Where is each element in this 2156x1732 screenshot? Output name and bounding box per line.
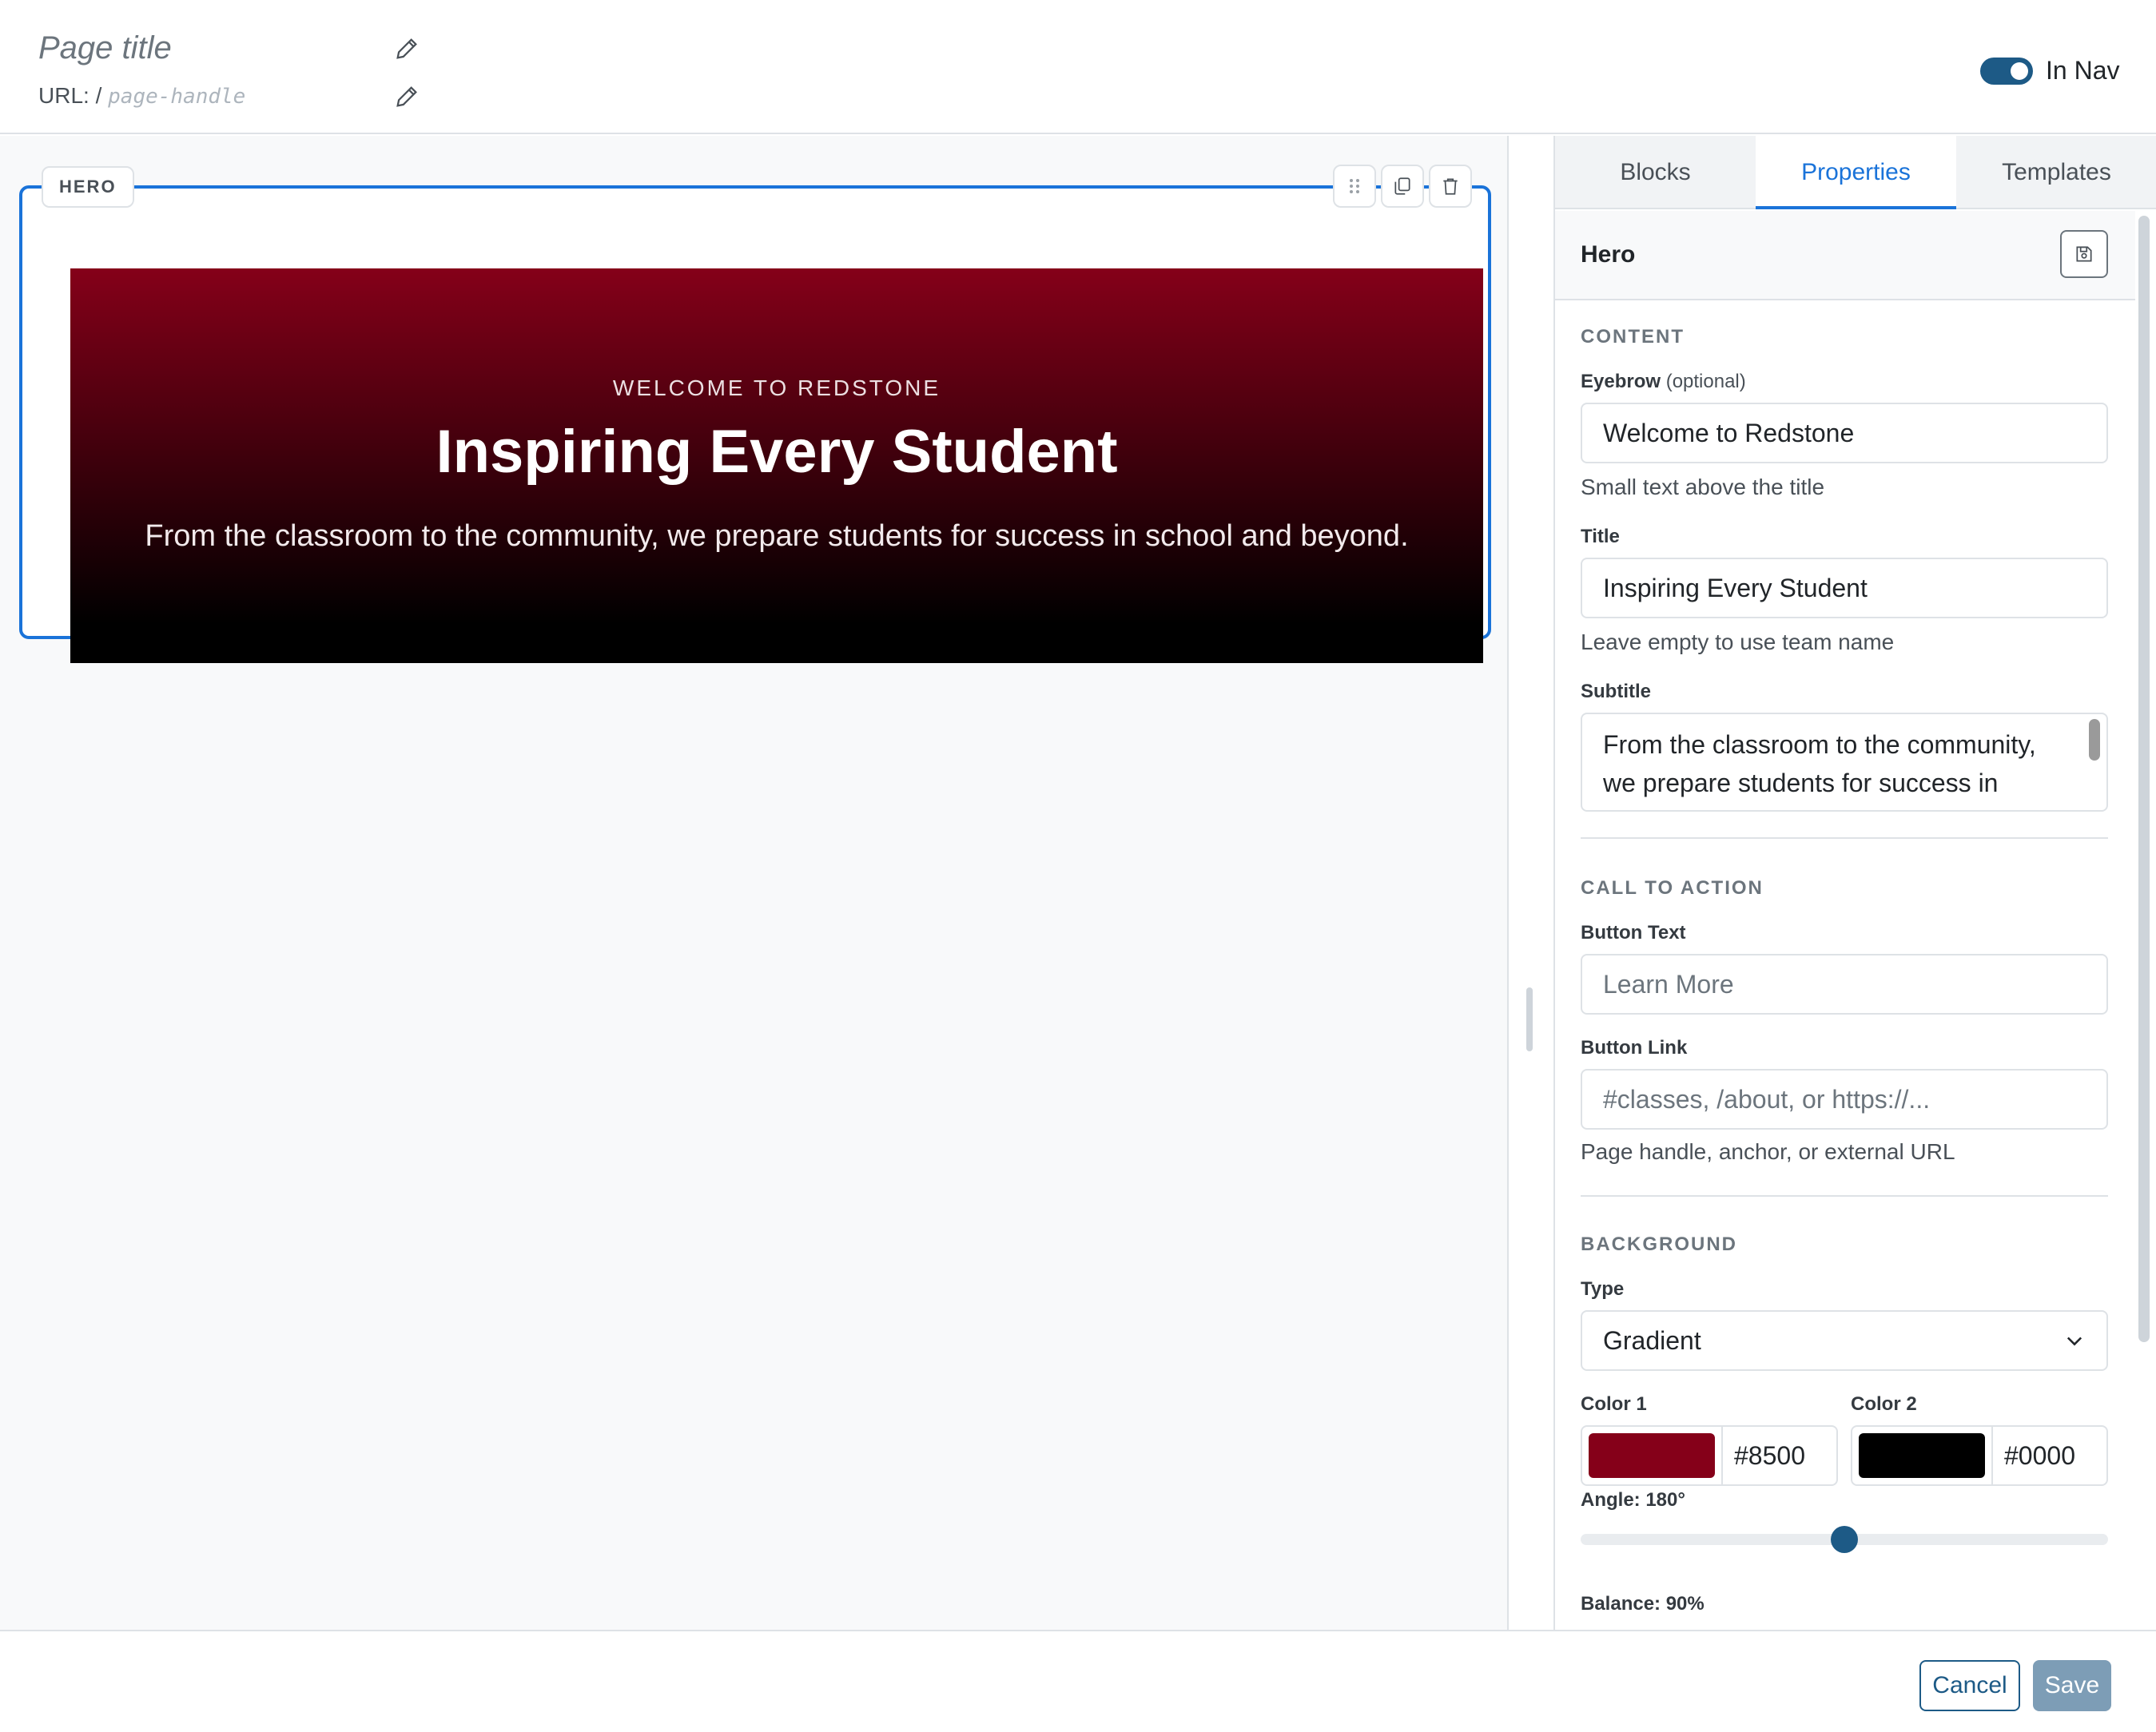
toggle-knob [2011, 62, 2028, 80]
textarea-scrollbar[interactable] [2089, 719, 2100, 761]
eyebrow-label-text: Eyebrow [1581, 371, 1661, 392]
save-button[interactable]: Save [2033, 1660, 2111, 1711]
selected-block-name: Hero [1581, 241, 1636, 268]
angle-slider-thumb[interactable] [1831, 1526, 1858, 1553]
in-nav-label: In Nav [2046, 56, 2120, 85]
edit-title-pencil-icon[interactable] [393, 35, 420, 62]
panel-block-header: Hero [1555, 211, 2135, 300]
subtitle-label: Subtitle [1581, 681, 1651, 702]
url-row: URL: / page-handle [38, 83, 245, 109]
drag-handle-icon[interactable] [1333, 165, 1376, 208]
hero-title: Inspiring Every Student [436, 418, 1118, 486]
trash-icon[interactable] [1429, 165, 1472, 208]
tab-blocks[interactable]: Blocks [1555, 136, 1756, 209]
editor-canvas: WELCOME TO REDSTONE Inspiring Every Stud… [0, 136, 1533, 1630]
duplicate-icon[interactable] [1381, 165, 1424, 208]
button-text-label: Button Text [1581, 922, 1686, 943]
cta-section-label: CALL TO ACTION [1581, 877, 1764, 899]
color1-label: Color 1 [1581, 1393, 1647, 1415]
block-type-tag: HERO [42, 166, 134, 208]
page-title-input[interactable]: Page title [38, 30, 172, 66]
title-help: Leave empty to use team name [1581, 630, 1895, 654]
url-handle-input[interactable]: page-handle [108, 85, 245, 109]
color1-hex[interactable]: #8500 [1734, 1427, 1805, 1484]
panel-resize-handle[interactable] [1526, 987, 1533, 1051]
footer-bar: Cancel Save [0, 1630, 2156, 1732]
title-label: Title [1581, 526, 1620, 547]
tab-properties[interactable]: Properties [1756, 136, 1956, 209]
subtitle-textarea[interactable]: From the classroom to the community, we … [1581, 713, 2108, 812]
url-prefix: URL: / [38, 83, 102, 108]
color2-hex[interactable]: #0000 [2004, 1427, 2075, 1484]
hero-block-frame[interactable]: WELCOME TO REDSTONE Inspiring Every Stud… [19, 185, 1491, 663]
hero-subtitle: From the classroom to the community, we … [145, 519, 1409, 553]
color-separator [1721, 1427, 1723, 1484]
panel-tabs: Blocks Properties Templates [1555, 136, 2156, 209]
color1-swatch[interactable] [1589, 1433, 1715, 1478]
properties-panel: Blocks Properties Templates Hero CONTENT… [1553, 136, 2156, 1630]
hero-preview[interactable]: WELCOME TO REDSTONE Inspiring Every Stud… [70, 268, 1483, 663]
background-type-select[interactable]: Gradient [1581, 1310, 2108, 1371]
eyebrow-input[interactable]: Welcome to Redstone [1581, 403, 2108, 463]
background-type-value: Gradient [1603, 1326, 1701, 1355]
color1-input[interactable]: #8500 [1581, 1425, 1838, 1486]
save-as-template-button[interactable] [2060, 230, 2108, 278]
floppy-disk-icon [2076, 246, 2092, 262]
content-section-label: CONTENT [1581, 326, 1685, 348]
page-header: Page title URL: / page-handle In Nav [0, 0, 2156, 134]
block-toolbar [1333, 165, 1472, 208]
button-link-help: Page handle, anchor, or external URL [1581, 1139, 1955, 1164]
angle-label: Angle: 180° [1581, 1489, 1685, 1511]
color2-label: Color 2 [1851, 1393, 1917, 1415]
divider [1581, 837, 2108, 839]
eyebrow-optional-text: (optional) [1665, 371, 1746, 392]
balance-label: Balance: 90% [1581, 1593, 1705, 1615]
edit-url-pencil-icon[interactable] [393, 83, 420, 110]
eyebrow-help: Small text above the title [1581, 475, 1825, 499]
eyebrow-label: Eyebrow (optional) [1581, 371, 1746, 393]
background-type-label: Type [1581, 1278, 1625, 1300]
button-link-input[interactable]: #classes, /about, or https://... [1581, 1069, 2108, 1130]
panel-scrollbar[interactable] [2138, 216, 2150, 1342]
background-section-label: BACKGROUND [1581, 1233, 1737, 1255]
color2-swatch[interactable] [1859, 1433, 1985, 1478]
color-separator [1991, 1427, 1993, 1484]
tab-templates[interactable]: Templates [1956, 136, 2156, 209]
cancel-button[interactable]: Cancel [1919, 1660, 2020, 1711]
chevron-down-icon [2066, 1337, 2082, 1346]
angle-slider-track[interactable] [1581, 1526, 2108, 1553]
button-link-label: Button Link [1581, 1037, 1688, 1059]
divider [1581, 1195, 2108, 1197]
hero-eyebrow: WELCOME TO REDSTONE [612, 375, 941, 400]
in-nav-toggle[interactable] [1980, 58, 2033, 85]
color2-input[interactable]: #0000 [1851, 1425, 2108, 1486]
subtitle-value: From the classroom to the community, we … [1603, 730, 2036, 797]
title-input[interactable]: Inspiring Every Student [1581, 558, 2108, 618]
button-text-input[interactable]: Learn More [1581, 954, 2108, 1015]
